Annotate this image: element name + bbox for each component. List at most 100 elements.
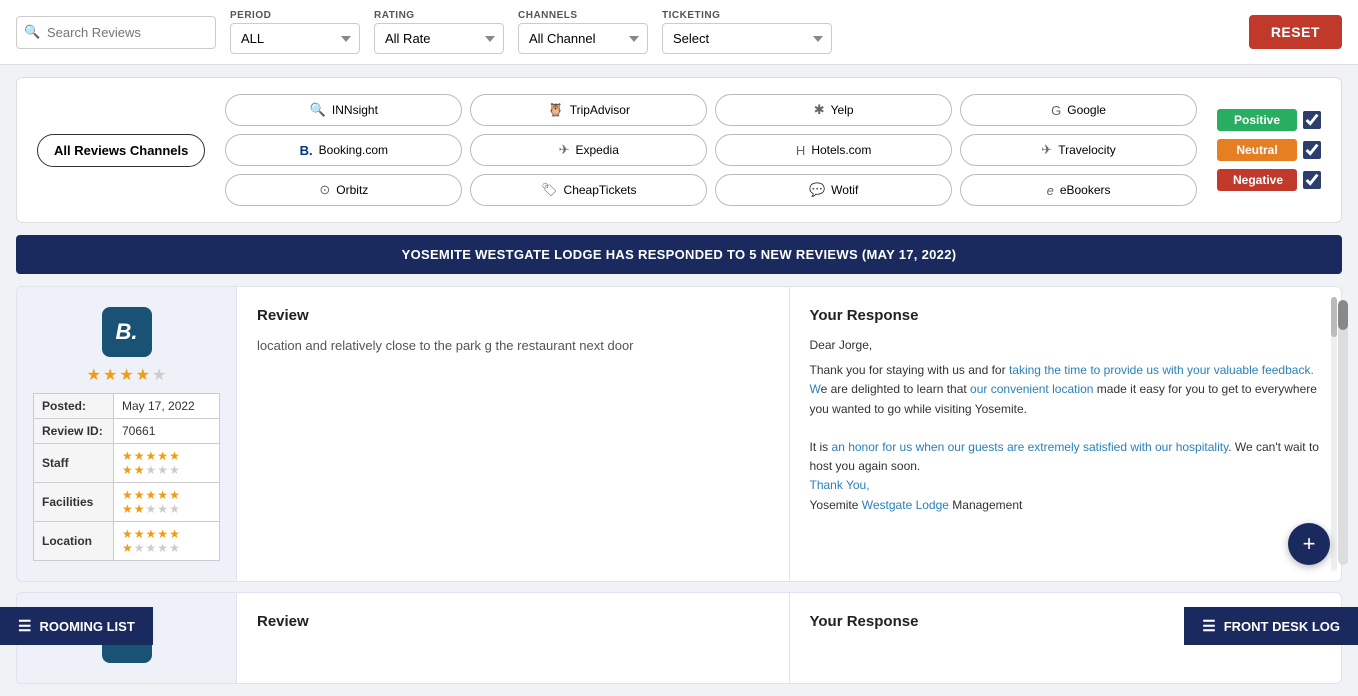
front-desk-log-icon: ☰ [1202,617,1215,635]
star-2: ★ [103,365,117,385]
yelp-icon: ✱ [814,102,825,118]
positive-badge: Positive [1217,109,1297,131]
channel-innsight[interactable]: 🔍 INNsight [225,94,462,126]
travelocity-icon: ✈ [1041,142,1052,158]
channel-section: All Reviews Channels 🔍 INNsight 🦉 TripAd… [16,77,1342,223]
l10: ★ [169,541,180,555]
notification-bar: YOSEMITE WESTGATE LODGE HAS RESPONDED TO… [16,235,1342,274]
staff-row: Staff ★ ★ ★ ★ ★ ★ ★ ★ ★ [34,444,220,483]
posted-value: May 17, 2022 [114,394,220,419]
booking-logo: B. [102,307,152,357]
response-thankyou: Thank You, [810,478,870,492]
response-highlight-3: an honor for us when our guests are extr… [832,440,1176,454]
s4: ★ [157,449,168,463]
channel-tripadvisor-label: TripAdvisor [570,103,630,117]
neutral-row: Neutral [1217,139,1321,161]
period-label: PERIOD [230,10,360,21]
response-highlight-4: hospitality [1176,440,1228,454]
reset-button[interactable]: RESET [1249,15,1342,49]
posted-row: Posted: May 17, 2022 [34,394,220,419]
positive-checkbox[interactable] [1303,111,1321,129]
channel-orbitz[interactable]: ⊙ Orbitz [225,174,462,206]
review-right-panel: Your Response Dear Jorge, Thank you for … [790,287,1342,581]
f10: ★ [169,502,180,516]
channel-grid: 🔍 INNsight 🦉 TripAdvisor ✱ Yelp G Google… [225,94,1197,206]
response-sig-a: Yosemite [810,498,862,512]
scrollbar-track [1331,297,1337,571]
response-highlight-2: our convenient location [970,382,1093,396]
staff-stars: ★ ★ ★ ★ ★ ★ ★ ★ ★ ★ [114,444,220,483]
review-section-title: Review [257,307,769,324]
response-sig-b: Westgate Lodge [862,498,949,512]
channel-hotels[interactable]: H Hotels.com [715,134,952,166]
page-scrollbar-thumb[interactable] [1338,300,1348,330]
all-reviews-button[interactable]: All Reviews Channels [37,134,205,167]
l3: ★ [146,527,157,541]
tripadvisor-icon: 🦉 [548,102,564,118]
channel-tripadvisor[interactable]: 🦉 TripAdvisor [470,94,707,126]
channel-google[interactable]: G Google [960,94,1197,126]
bottom-bar: ☰ ROOMING LIST ☰ FRONT DESK LOG [0,607,1358,645]
channel-wotif[interactable]: 💬 Wotif [715,174,952,206]
l7: ★ [134,541,145,555]
negative-checkbox[interactable] [1303,171,1321,189]
booking-icon: B. [300,143,313,158]
review-left-panel: B. ★ ★ ★ ★ ★ Posted: May 17, 2022 Review… [17,287,237,581]
l8: ★ [146,541,157,555]
ticketing-select[interactable]: Select [662,23,832,54]
response-normal-1: e are delighted to learn that [821,382,970,396]
positive-row: Positive [1217,109,1321,131]
channels-label: CHANNELS [518,10,648,21]
location-label: Location [34,522,114,561]
cheaptickets-icon: 🏷 [541,182,558,198]
star-4: ★ [136,365,150,385]
channel-yelp[interactable]: ✱ Yelp [715,94,952,126]
negative-row: Negative [1217,169,1321,191]
google-icon: G [1051,103,1061,118]
neutral-badge: Neutral [1217,139,1297,161]
channels-select[interactable]: All Channel [518,23,648,54]
negative-badge: Negative [1217,169,1297,191]
channel-cheaptickets[interactable]: 🏷 CheapTickets [470,174,707,206]
hotels-icon: H [796,143,805,158]
main-stars: ★ ★ ★ ★ ★ [87,365,167,385]
f2: ★ [134,488,145,502]
innsight-icon: 🔍 [310,102,326,118]
rooming-list-icon: ☰ [18,617,31,635]
neutral-checkbox[interactable] [1303,141,1321,159]
channel-wotif-label: Wotif [831,183,858,197]
channel-yelp-label: Yelp [831,103,854,117]
rooming-list-button[interactable]: ☰ ROOMING LIST [0,607,153,645]
channel-ebookers[interactable]: e eBookers [960,174,1197,206]
l1: ★ [122,527,133,541]
response-salutation: Dear Jorge, [810,336,1322,355]
f1: ★ [122,488,133,502]
search-wrap: 🔍 [16,16,216,49]
fab-button[interactable]: + [1288,523,1330,565]
review-id-label: Review ID: [34,419,114,444]
l5: ★ [169,527,180,541]
channel-travelocity[interactable]: ✈ Travelocity [960,134,1197,166]
channel-ebookers-label: eBookers [1060,183,1111,197]
front-desk-log-button[interactable]: ☰ FRONT DESK LOG [1184,607,1358,645]
rating-select[interactable]: All Rate [374,23,504,54]
f3: ★ [146,488,157,502]
channel-booking[interactable]: B. Booking.com [225,134,462,166]
scrollbar-thumb[interactable] [1331,297,1337,337]
front-desk-log-label: FRONT DESK LOG [1224,619,1340,634]
facilities-label: Facilities [34,483,114,522]
response-sig-c: Management [949,498,1022,512]
search-input[interactable] [16,16,216,49]
l6: ★ [122,541,133,555]
star-3: ★ [119,365,133,385]
sentiment-panel: Positive Neutral Negative [1217,109,1321,191]
channel-expedia[interactable]: ✈ Expedia [470,134,707,166]
review-text: location and relatively close to the par… [257,336,769,356]
posted-label: Posted: [34,394,114,419]
location-stars: ★ ★ ★ ★ ★ ★ ★ ★ ★ ★ [114,522,220,561]
l4: ★ [157,527,168,541]
s10: ★ [169,463,180,477]
period-select[interactable]: ALL [230,23,360,54]
response-intro: Thank you for staying with us and for [810,363,1009,377]
star-5: ★ [152,365,166,385]
